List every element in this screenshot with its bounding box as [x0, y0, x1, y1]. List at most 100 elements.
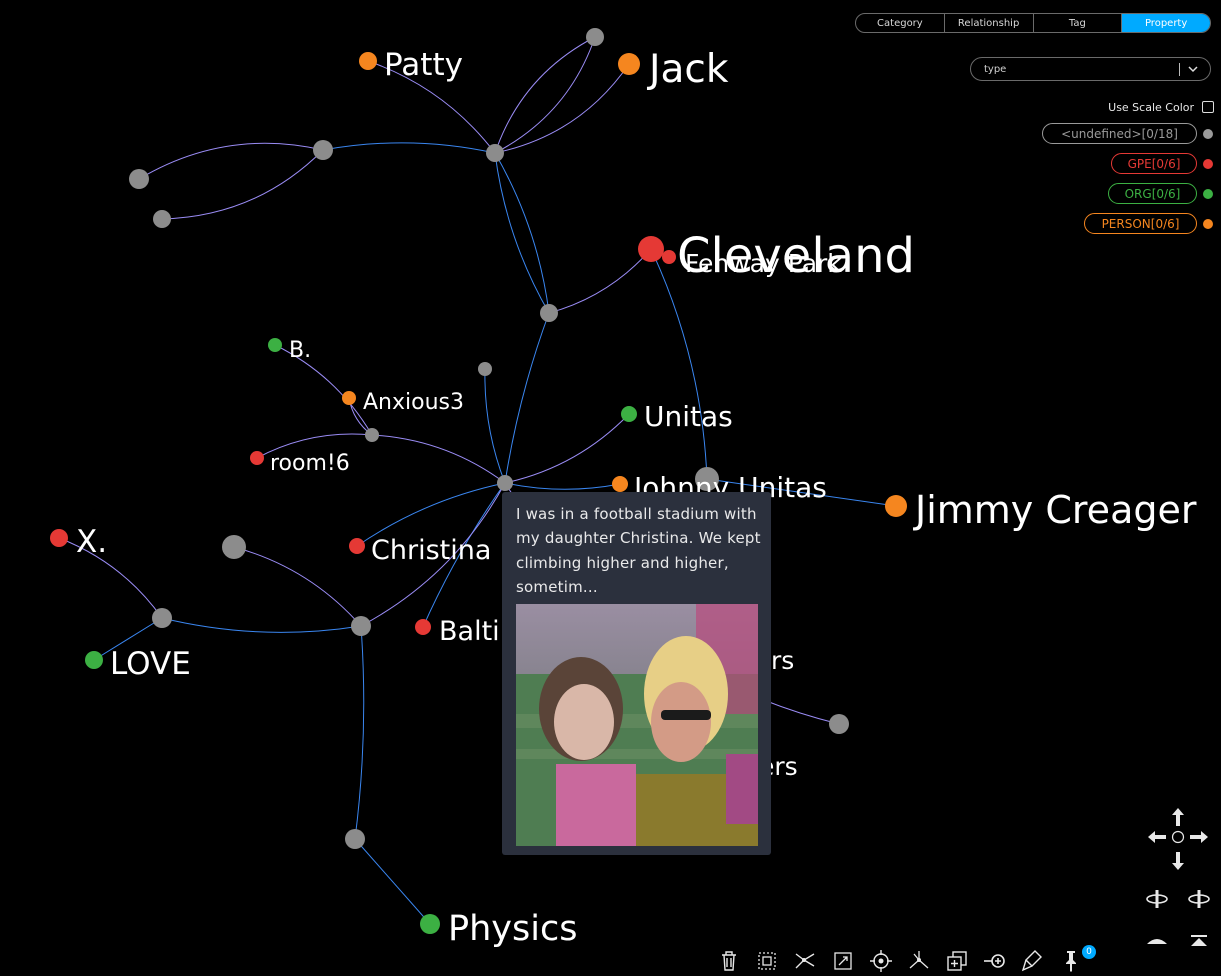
graph-node-room6[interactable] — [250, 451, 264, 465]
node-label-physics: Physics — [448, 909, 577, 949]
graph-node-g-i[interactable] — [829, 714, 849, 734]
fit-view-icon[interactable] — [830, 948, 856, 974]
graph-edge[interactable] — [504, 482, 621, 490]
tab-tag[interactable]: Tag — [1034, 14, 1123, 32]
tooltip-text: I was in a football stadium with my daug… — [516, 505, 761, 596]
graph-node-g-top[interactable] — [586, 28, 604, 46]
graph-canvas[interactable]: Patty Jack Fenway Park Cleveland B. Anxious3 r… — [0, 0, 1221, 976]
legend-label: ORG[0/6] — [1108, 183, 1197, 204]
property-select[interactable]: type — [970, 57, 1211, 81]
scale-color-row: Use Scale Color — [1060, 99, 1214, 115]
legend-item-gpe[interactable]: GPE[0/6] — [1111, 153, 1213, 174]
node-label-anxious3: Anxious3 — [363, 390, 464, 415]
graph-node-johnny[interactable] — [612, 476, 628, 492]
graph-node-physics[interactable] — [420, 914, 440, 934]
graph-node-jack[interactable] — [618, 53, 640, 75]
graph-node-cleveland[interactable] — [638, 236, 664, 262]
graph-node-anxious3[interactable] — [342, 391, 356, 405]
legend-swatch — [1203, 218, 1213, 229]
node-label-b: B. — [289, 338, 311, 363]
copy-icon[interactable] — [944, 948, 970, 974]
graph-node-patty[interactable] — [359, 52, 377, 70]
graph-node-g-a[interactable] — [313, 140, 333, 160]
graph-node-g-d[interactable] — [478, 362, 492, 376]
node-tooltip: I was in a football stadium with my daug… — [502, 492, 771, 855]
node-label-jack: Jack — [646, 47, 729, 92]
graph-edge[interactable] — [58, 537, 163, 619]
graph-node-g-h[interactable] — [152, 608, 172, 628]
pin-icon[interactable] — [1058, 948, 1084, 974]
legend-item-undefined[interactable]: <undefined>[0/18] — [1042, 123, 1213, 144]
graph-node-g-b[interactable] — [129, 169, 149, 189]
clear-icon[interactable] — [1020, 948, 1046, 974]
graph-node-g-e[interactable] — [365, 428, 379, 442]
node-label-partial1: rs — [771, 646, 794, 675]
graph-edge[interactable] — [354, 838, 431, 925]
node-label-jimmy: Jimmy Creager — [913, 488, 1197, 532]
scale-color-checkbox[interactable] — [1202, 101, 1214, 113]
graph-edge[interactable] — [161, 149, 324, 220]
graph-edge[interactable] — [322, 142, 496, 154]
graph-edge[interactable] — [494, 36, 596, 154]
graph-node-g-g[interactable] — [222, 535, 246, 559]
graph-node-fenway[interactable] — [662, 250, 676, 264]
graph-node-g-mid[interactable] — [540, 304, 558, 322]
legend-mode-tabs: Category Relationship Tag Property — [855, 13, 1211, 33]
graph-node-baltimore[interactable] — [415, 619, 431, 635]
expand-icon[interactable] — [792, 948, 818, 974]
graph-edge[interactable] — [161, 617, 362, 633]
select-box-icon[interactable] — [754, 948, 780, 974]
graph-node-g-j[interactable] — [345, 829, 365, 849]
graph-edge[interactable] — [494, 152, 550, 314]
legend-item-person[interactable]: PERSON[0/6] — [1084, 213, 1213, 234]
legend-swatch — [1203, 128, 1213, 139]
graph-edge[interactable] — [484, 368, 506, 484]
graph-node-unitas[interactable] — [621, 406, 637, 422]
graph-node-b[interactable] — [268, 338, 282, 352]
graph-edge[interactable] — [548, 248, 652, 314]
graph-node-love[interactable] — [85, 651, 103, 669]
trash-icon[interactable] — [716, 948, 742, 974]
node-label-cleveland: Cleveland — [677, 228, 915, 284]
graph-node-g-hub2[interactable] — [497, 475, 513, 491]
add-link-icon[interactable] — [982, 948, 1008, 974]
graph-node-x[interactable] — [50, 529, 68, 547]
node-label-love: LOVE — [110, 646, 191, 682]
graph-node-g-hub1[interactable] — [486, 144, 504, 162]
graph-node-g-c[interactable] — [153, 210, 171, 228]
rotate-left-icon[interactable] — [1145, 887, 1169, 911]
graph-edge[interactable] — [371, 434, 506, 484]
arrow-down-icon[interactable] — [1166, 849, 1190, 873]
tilt-up-icon[interactable] — [1187, 930, 1211, 954]
graph-edge[interactable] — [494, 63, 630, 154]
graph-edge[interactable] — [504, 312, 550, 484]
legend-swatch — [1203, 188, 1213, 199]
legend-label: GPE[0/6] — [1111, 153, 1197, 174]
node-label-x: X. — [76, 524, 107, 560]
tab-relationship[interactable]: Relationship — [945, 14, 1034, 32]
property-select-value: type — [984, 63, 1007, 75]
legend-label: <undefined>[0/18] — [1042, 123, 1197, 144]
legend-item-org[interactable]: ORG[0/6] — [1108, 183, 1213, 204]
graph-edge[interactable] — [504, 413, 630, 484]
graph-node-christina[interactable] — [349, 538, 365, 554]
arrow-right-icon[interactable] — [1187, 825, 1211, 849]
graph-edge[interactable] — [494, 36, 596, 154]
scale-color-label: Use Scale Color — [1108, 100, 1194, 114]
tab-property[interactable]: Property — [1122, 14, 1210, 32]
graph-edge[interactable] — [233, 546, 362, 627]
graph-edge[interactable] — [494, 152, 550, 314]
target-icon[interactable] — [868, 948, 894, 974]
graph-edge[interactable] — [354, 625, 365, 840]
tab-category[interactable]: Category — [856, 14, 945, 32]
rotate-right-icon[interactable] — [1187, 887, 1211, 911]
tilt-down-icon[interactable] — [1145, 930, 1169, 954]
pin-count-badge: 0 — [1082, 945, 1096, 959]
graph-node-g-hub3[interactable] — [351, 616, 371, 636]
legend-label: PERSON[0/6] — [1084, 213, 1197, 234]
node-label-unitas: Unitas — [644, 400, 733, 433]
node-label-patty: Patty — [384, 47, 463, 83]
graph-node-jimmy[interactable] — [885, 495, 907, 517]
layout-icon[interactable] — [906, 948, 932, 974]
chevron-down-icon[interactable] — [1186, 61, 1200, 77]
